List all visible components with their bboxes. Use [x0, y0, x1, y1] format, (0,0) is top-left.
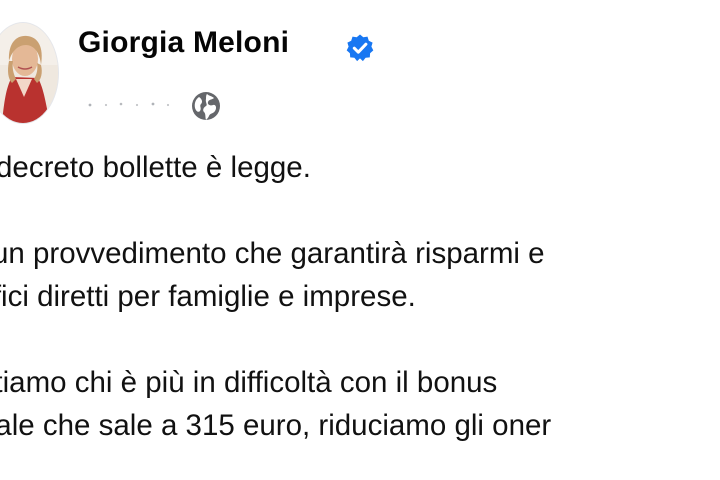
post-line: utiamo chi è più in difficoltà con il bo… [0, 366, 498, 399]
blurred-timestamp [88, 102, 170, 107]
avatar-photo [0, 23, 58, 123]
post-line: un provvedimento che garantirà risparmi … [0, 237, 545, 270]
author-name[interactable]: Giorgia Meloni [78, 26, 289, 60]
post-body: decreto bollette è legge. un provvedimen… [0, 146, 720, 447]
post-line: ciale che sale a 315 euro, riduciamo gli… [0, 409, 552, 442]
verified-badge-icon [346, 34, 374, 62]
post-line: nefici diretti per famiglie e imprese. [0, 280, 416, 313]
facebook-post: Giorgia Meloni decreto bollette è legge.… [0, 0, 720, 480]
globe-icon[interactable] [190, 90, 222, 122]
post-line: decreto bollette è legge. [0, 151, 311, 184]
author-avatar[interactable] [0, 23, 58, 123]
